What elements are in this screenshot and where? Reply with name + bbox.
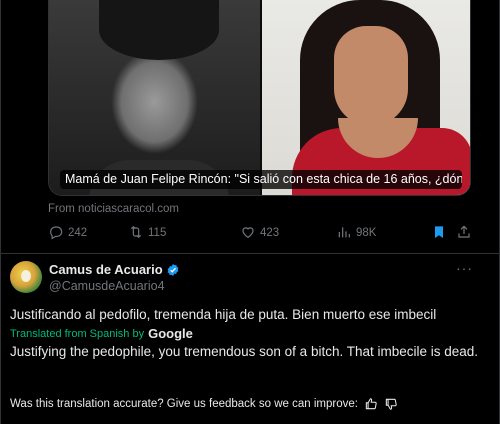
link-card-media[interactable] (48, 0, 471, 196)
repost-button[interactable]: 115 (128, 222, 166, 244)
google-logo: Google (148, 326, 193, 341)
link-card-caption[interactable]: Mamá de Juan Felipe Rincón: "Si salió co… (60, 170, 462, 189)
thumbs-up-icon[interactable] (364, 397, 378, 411)
reply-icon (48, 224, 64, 243)
repost-count: 115 (148, 227, 167, 239)
repost-icon (128, 224, 144, 243)
translation-attribution: Translated from Spanish by Google (10, 326, 193, 341)
reply-button[interactable]: 242 (48, 222, 87, 244)
tweet-text-translated: Justifying the pedophile, you tremendous… (10, 344, 479, 359)
feedback-prompt: Was this translation accurate? Give us f… (10, 398, 358, 410)
card-photo-left (49, 0, 260, 195)
bookmark-button[interactable] (431, 222, 447, 244)
user-display-name[interactable]: Camus de Acuario (49, 262, 180, 277)
views-chart-icon (336, 224, 352, 243)
tweet-separator (0, 253, 500, 254)
thumbs-down-icon[interactable] (384, 397, 398, 411)
avatar[interactable] (10, 261, 42, 293)
tweet-thread: Mamá de Juan Felipe Rincón: "Si salió co… (0, 0, 500, 424)
like-count: 423 (260, 227, 280, 239)
more-options-icon[interactable]: ··· (456, 260, 473, 276)
heart-icon (240, 224, 256, 243)
views-count: 98K (356, 227, 377, 239)
tweet-action-bar: 242 115 423 98K (48, 222, 473, 244)
display-name-text[interactable]: Camus de Acuario (49, 262, 163, 277)
card-photo-right (262, 0, 470, 195)
translated-label: Translated from Spanish by (10, 327, 145, 340)
like-button[interactable]: 423 (240, 222, 279, 244)
verified-badge-icon (166, 263, 180, 277)
share-icon (456, 224, 472, 243)
share-button[interactable] (456, 222, 472, 244)
reply-count: 242 (68, 227, 88, 239)
tweet-text-original: Justificando al pedofilo, tremenda hija … (10, 307, 437, 322)
bookmark-icon (431, 224, 447, 243)
translation-feedback: Was this translation accurate? Give us f… (10, 397, 398, 411)
column-border-left (0, 0, 1, 424)
link-card-source[interactable]: From noticiascaracol.com (48, 203, 179, 215)
views-button[interactable]: 98K (336, 222, 376, 244)
user-handle[interactable]: @CamusdeAcuario4 (49, 279, 165, 293)
